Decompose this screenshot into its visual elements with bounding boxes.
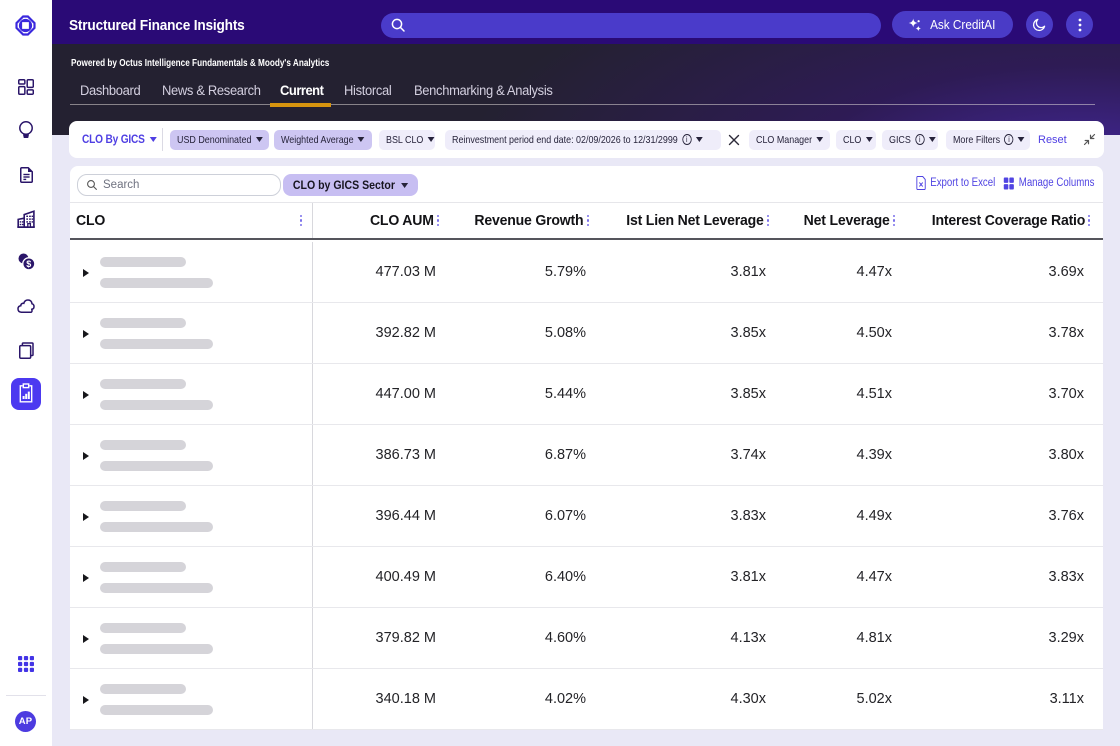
svg-text:$: $ — [26, 259, 31, 269]
